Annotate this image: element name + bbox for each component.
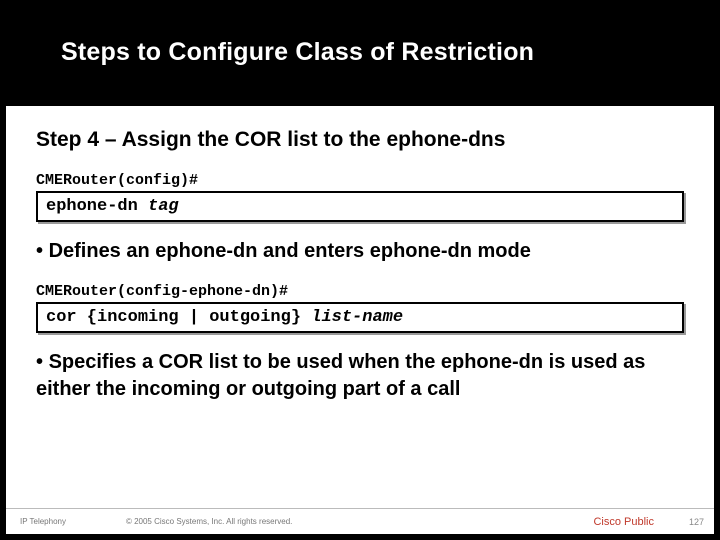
footer: IP Telephony © 2005 Cisco Systems, Inc. … <box>6 508 714 534</box>
slide-title: Steps to Configure Class of Restriction <box>61 38 694 67</box>
step-heading: Step 4 – Assign the COR list to the epho… <box>36 128 684 152</box>
footer-copyright: © 2005 Cisco Systems, Inc. All rights re… <box>126 517 593 526</box>
content-area: Step 4 – Assign the COR list to the epho… <box>6 106 714 403</box>
footer-left: IP Telephony <box>20 517 66 526</box>
bullet-1: Defines an ephone-dn and enters ephone-d… <box>36 238 684 265</box>
cli-prompt-2: CMERouter(config-ephone-dn)# <box>36 283 684 300</box>
title-bar: Steps to Configure Class of Restriction <box>6 6 714 106</box>
slide-shadow-right <box>714 12 720 540</box>
cli-prompt-1: CMERouter(config)# <box>36 172 684 189</box>
command-keyword: cor {incoming | outgoing} <box>46 308 311 327</box>
command-arg: tag <box>148 197 179 216</box>
command-keyword: ephone-dn <box>46 197 148 216</box>
bullet-2: Specifies a COR list to be used when the… <box>36 349 684 403</box>
footer-public: Cisco Public <box>593 516 654 528</box>
command-arg: list-name <box>311 308 403 327</box>
slide: Steps to Configure Class of Restriction … <box>6 6 714 534</box>
footer-page-number: 127 <box>689 517 704 527</box>
slide-shadow-bottom <box>12 534 720 540</box>
command-box-2: cor {incoming | outgoing} list-name <box>36 302 684 333</box>
command-box-1: ephone-dn tag <box>36 191 684 222</box>
